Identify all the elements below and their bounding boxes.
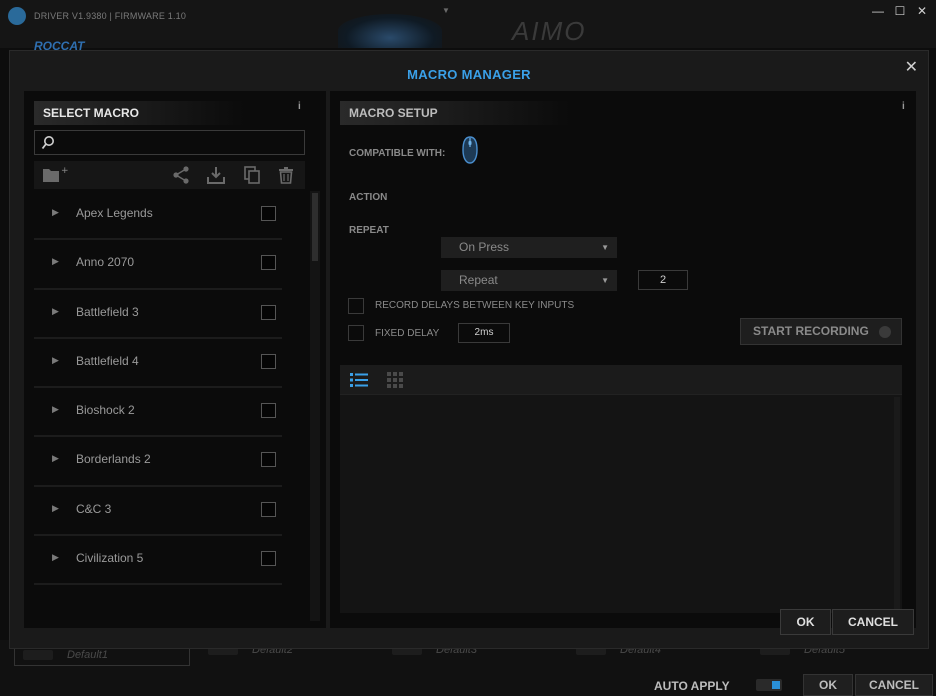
start-recording-button[interactable]: START RECORDING: [740, 318, 902, 345]
macro-checkbox[interactable]: [261, 304, 276, 320]
trash-icon[interactable]: [276, 165, 296, 185]
macro-search-field[interactable]: [34, 130, 305, 155]
download-icon[interactable]: [206, 165, 226, 185]
grid-view-icon[interactable]: [387, 372, 403, 393]
action-select[interactable]: On Press ▼: [441, 237, 617, 258]
window-controls: — ☐ ✕: [868, 2, 932, 20]
chevron-right-icon[interactable]: ▶: [52, 503, 59, 514]
fixed-delay-checkbox[interactable]: [348, 325, 364, 341]
macro-setup-panel: MACRO SETUP i COMPATIBLE WITH: ACTION On…: [330, 91, 916, 628]
chevron-down-icon: ▼: [601, 243, 609, 252]
chevron-right-icon[interactable]: ▶: [52, 355, 59, 366]
macro-manager-dialog: MACRO MANAGER ✕ SELECT MACRO i + ▶ Apex …: [9, 50, 929, 649]
cancel-button[interactable]: CANCEL: [832, 609, 914, 635]
close-icon[interactable]: ✕: [905, 57, 918, 77]
record-indicator-icon: [879, 326, 891, 338]
macro-checkbox[interactable]: [261, 353, 276, 369]
repeat-label: REPEAT: [349, 225, 389, 236]
macro-list-item[interactable]: ▶ Anno 2070: [34, 240, 282, 290]
minimize-button[interactable]: —: [868, 2, 888, 20]
dialog-title: MACRO MANAGER: [407, 67, 531, 82]
macro-list-item[interactable]: ▶ C&C 3: [34, 487, 282, 537]
chevron-down-icon[interactable]: ▼: [442, 6, 450, 15]
action-select-value: On Press: [459, 240, 510, 254]
macro-list-item[interactable]: ▶ Civilization 5: [34, 536, 282, 586]
copy-icon[interactable]: [242, 165, 262, 185]
chevron-right-icon[interactable]: ▶: [52, 306, 59, 317]
macro-list-item[interactable]: ▶ Battlefield 4: [34, 339, 282, 389]
auto-apply-label: AUTO APPLY: [654, 679, 730, 693]
repeat-select-value: Repeat: [459, 273, 498, 287]
close-window-button[interactable]: ✕: [912, 2, 932, 20]
info-icon[interactable]: i: [902, 101, 905, 112]
auto-apply-toggle[interactable]: [756, 679, 782, 691]
fixed-delay-field[interactable]: 2ms: [458, 323, 510, 343]
start-recording-label: START RECORDING: [753, 324, 869, 338]
chevron-right-icon[interactable]: ▶: [52, 256, 59, 267]
fixed-delay-label: FIXED DELAY: [375, 328, 440, 339]
product-name: AIMO: [512, 16, 587, 46]
repeat-select[interactable]: Repeat ▼: [441, 270, 617, 291]
macro-list-scrollbar[interactable]: [310, 191, 320, 621]
chevron-down-icon: ▼: [601, 276, 609, 285]
macro-label: Borderlands 2: [76, 452, 151, 467]
select-macro-panel: SELECT MACRO i + ▶ Apex Legends ▶ Anno 2…: [24, 91, 326, 628]
macro-list-item[interactable]: ▶ Bioshock 2: [34, 388, 282, 438]
chevron-right-icon[interactable]: ▶: [52, 207, 59, 218]
macro-checkbox[interactable]: [261, 551, 276, 567]
scrollbar-thumb[interactable]: [312, 193, 318, 261]
select-macro-header: SELECT MACRO: [34, 101, 244, 125]
app-version: DRIVER V1.9380 | FIRMWARE 1.10: [34, 11, 187, 21]
compatible-with-label: COMPATIBLE WITH:: [349, 148, 446, 159]
macro-toolbar: +: [34, 161, 305, 189]
macro-checkbox[interactable]: [261, 206, 276, 221]
macro-checkbox[interactable]: [261, 501, 276, 517]
list-view-icon[interactable]: [350, 372, 368, 393]
mouse-icon: [460, 136, 480, 169]
macro-label: Bioshock 2: [76, 403, 135, 418]
chevron-right-icon[interactable]: ▶: [52, 453, 59, 464]
search-input[interactable]: [61, 134, 299, 152]
app-ok-button[interactable]: OK: [803, 674, 853, 696]
app-titlebar: DRIVER V1.9380 | FIRMWARE 1.10 ROCCAT ▼ …: [0, 0, 936, 53]
macro-checkbox[interactable]: [261, 403, 276, 419]
macro-label: Civilization 5: [76, 551, 144, 566]
macro-label: Anno 2070: [76, 255, 135, 270]
mouse-image: [338, 14, 442, 48]
maximize-button[interactable]: ☐: [890, 2, 910, 20]
macro-list: ▶ Apex Legends ▶ Anno 2070 ▶ Battlefield…: [34, 191, 296, 628]
record-delays-label: RECORD DELAYS BETWEEN KEY INPUTS: [375, 300, 575, 311]
new-folder-icon[interactable]: +: [42, 165, 69, 185]
editor-scrollbar[interactable]: [894, 397, 900, 609]
profile-thumbnail: [23, 650, 53, 661]
profile-label: Default1: [67, 649, 108, 661]
macro-list-item[interactable]: ▶ Battlefield 3: [34, 290, 282, 339]
search-icon: [41, 135, 55, 156]
editor-view-tabs: [340, 365, 902, 395]
macro-checkbox[interactable]: [261, 255, 276, 271]
roccat-logo-icon: [8, 7, 26, 25]
macro-list-item[interactable]: ▶ Borderlands 2: [34, 437, 282, 487]
record-delays-checkbox[interactable]: [348, 298, 364, 314]
svg-text:+: +: [61, 166, 69, 176]
toggle-knob: [772, 681, 780, 689]
macro-setup-header: MACRO SETUP: [340, 101, 570, 125]
chevron-right-icon[interactable]: ▶: [52, 552, 59, 563]
share-icon[interactable]: [171, 165, 191, 185]
ok-button[interactable]: OK: [780, 609, 831, 635]
macro-list-item[interactable]: ▶ Apex Legends: [34, 191, 282, 241]
macro-label: Battlefield 3: [76, 304, 139, 319]
macro-checkbox[interactable]: [261, 452, 276, 468]
macro-label: Battlefield 4: [76, 353, 139, 368]
macro-label: C&C 3: [76, 501, 112, 516]
macro-label: Apex Legends: [76, 206, 153, 220]
repeat-count-field[interactable]: 2: [638, 270, 688, 290]
macro-editor: [340, 365, 902, 613]
app-cancel-button[interactable]: CANCEL: [855, 674, 933, 696]
action-label: ACTION: [349, 192, 388, 203]
chevron-right-icon[interactable]: ▶: [52, 404, 59, 415]
info-icon[interactable]: i: [298, 101, 301, 112]
